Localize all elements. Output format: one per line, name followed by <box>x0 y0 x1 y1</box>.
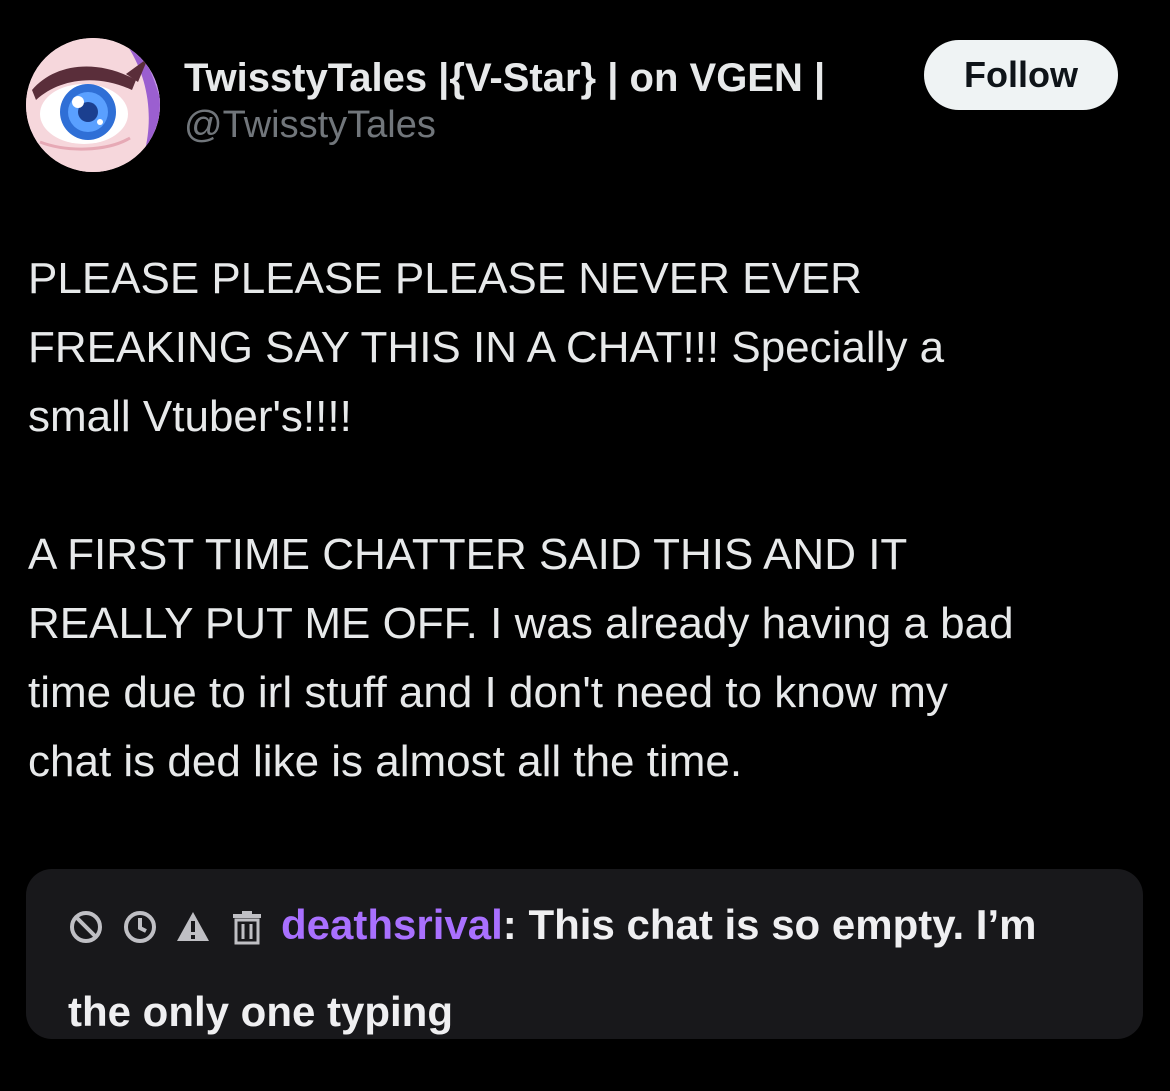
chat-username: deathsrival <box>281 901 503 948</box>
ban-icon <box>70 910 102 943</box>
author-handle[interactable]: @TwisstyTales <box>184 102 825 148</box>
chat-separator: : <box>502 901 517 948</box>
author-display-name[interactable]: TwisstyTales |{V-Star} | on VGEN | <box>184 54 825 102</box>
attached-chat-screenshot[interactable]: deathsrival: This chat is so empty. I’m … <box>26 869 1143 1039</box>
timeout-icon <box>123 910 156 943</box>
chat-message: deathsrival: This chat is so empty. I’m … <box>68 883 1108 1054</box>
anime-eye-avatar-icon <box>26 38 160 172</box>
tweet-paragraph: A FIRST TIME CHATTER SAID THIS AND IT RE… <box>28 530 1014 786</box>
delete-icon <box>233 910 262 945</box>
author-names: TwisstyTales |{V-Star} | on VGEN | @Twis… <box>184 54 825 148</box>
moderation-icons <box>68 882 271 966</box>
follow-button[interactable]: Follow <box>924 40 1118 110</box>
warning-icon <box>177 911 210 941</box>
tweet-header: TwisstyTales |{V-Star} | on VGEN | @Twis… <box>26 38 1144 174</box>
author-avatar[interactable] <box>26 38 160 172</box>
tweet-text: PLEASE PLEASE PLEASE NEVER EVER FREAKING… <box>28 244 1138 796</box>
tweet-paragraph: PLEASE PLEASE PLEASE NEVER EVER FREAKING… <box>28 254 945 441</box>
